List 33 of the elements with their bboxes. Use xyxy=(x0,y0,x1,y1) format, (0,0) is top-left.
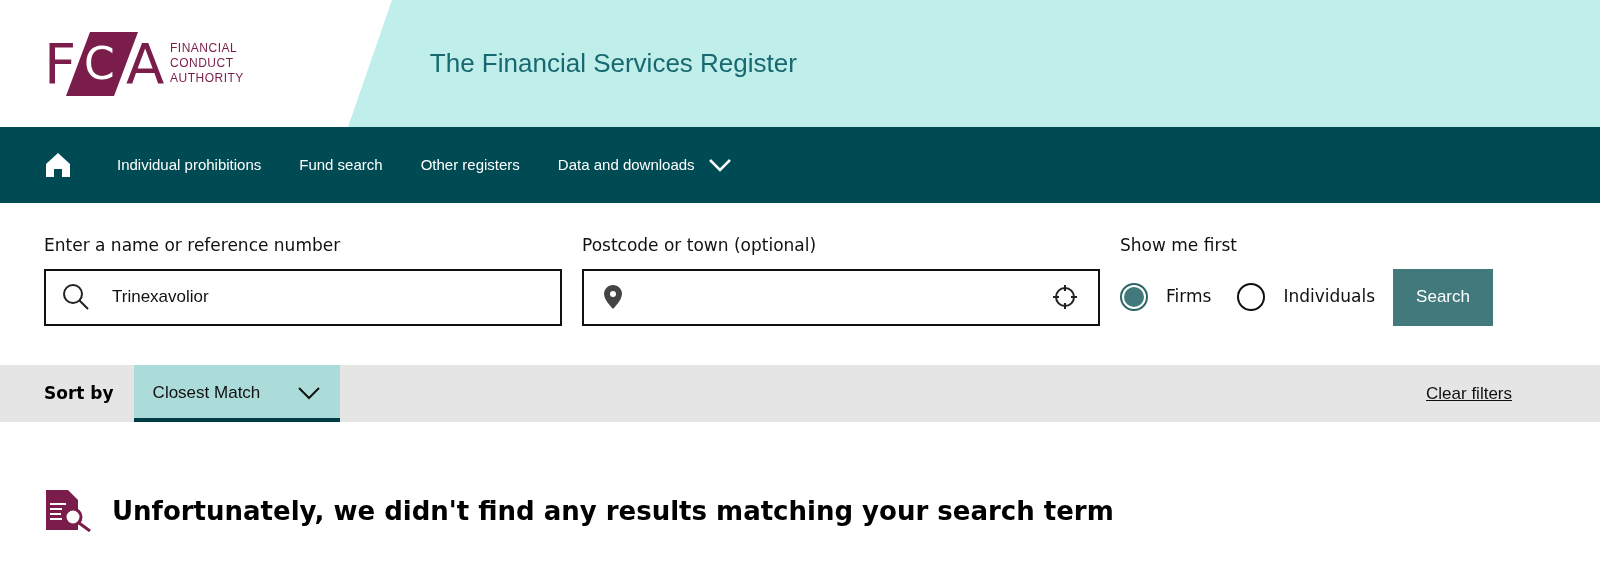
site-title: The Financial Services Register xyxy=(429,47,797,80)
logo-text: AUTHORITY xyxy=(170,71,244,86)
radio-button[interactable] xyxy=(1237,283,1266,311)
sort-dropdown[interactable]: Closest Match xyxy=(133,365,340,422)
location-field[interactable] xyxy=(582,268,1100,326)
chevron-down-icon xyxy=(297,386,320,400)
clear-filters-link[interactable]: Clear filters xyxy=(1426,380,1512,407)
search-button[interactable]: Search xyxy=(1393,268,1494,326)
radio-label[interactable]: Individuals xyxy=(1283,284,1376,310)
radio-label[interactable]: Firms xyxy=(1166,284,1212,310)
field-label: Postcode or town (optional) xyxy=(582,234,818,257)
document-search-icon xyxy=(46,490,92,532)
field-label: Show me first xyxy=(1120,234,1238,257)
radio-button[interactable] xyxy=(1120,283,1148,311)
field-label: Enter a name or reference number xyxy=(44,234,342,257)
home-icon xyxy=(45,152,71,178)
logo-text: FINANCIAL xyxy=(170,41,239,56)
sort-label: Sort by xyxy=(44,381,114,405)
chevron-down-icon xyxy=(708,158,731,172)
nav-dropdown[interactable]: Data and downloads xyxy=(557,153,731,177)
logo-letter: A xyxy=(126,35,165,92)
logo-text: CONDUCT xyxy=(170,56,235,71)
crosshair-icon[interactable] xyxy=(1052,284,1078,310)
logo-letter: C xyxy=(84,41,115,86)
map-pin-icon xyxy=(604,285,622,309)
name-search-field[interactable]: Trinexavolior xyxy=(44,268,562,326)
search-icon xyxy=(62,282,90,311)
no-results-message: Unfortunately, we didn't find any results matching your search term xyxy=(112,494,1114,528)
nav-link[interactable]: Fund search xyxy=(299,153,383,177)
nav-link[interactable]: Other registers xyxy=(420,153,520,177)
home-link[interactable] xyxy=(45,152,71,178)
logo-letter: F xyxy=(44,35,77,92)
nav-link[interactable]: Individual prohibitions xyxy=(117,153,262,177)
